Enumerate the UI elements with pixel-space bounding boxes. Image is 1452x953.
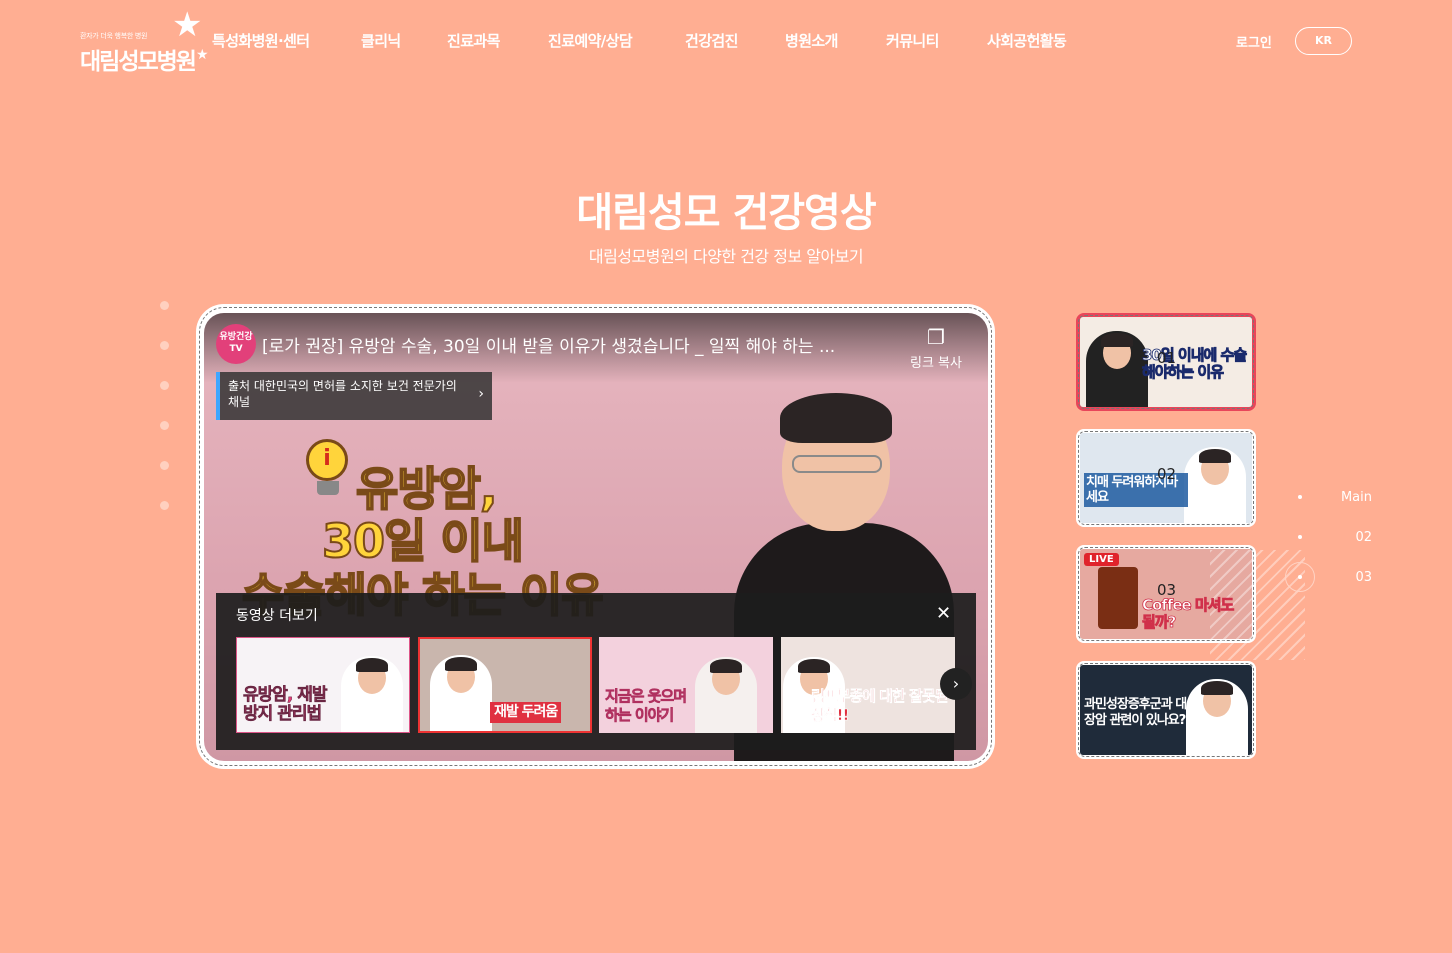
copy-icon: ❐	[927, 325, 945, 349]
close-icon[interactable]: ✕	[936, 603, 951, 624]
live-badge: LIVE	[1084, 553, 1119, 566]
pager-label-02[interactable]: 02	[1312, 530, 1372, 545]
chevron-right-icon: ›	[478, 386, 484, 402]
lightbulb-icon: i	[302, 439, 354, 501]
pager-label-03[interactable]: 03	[1312, 570, 1372, 585]
nav-item-community[interactable]: 커뮤니티	[886, 30, 939, 51]
nav-item-clinic[interactable]: 클리닉	[361, 30, 401, 51]
logo-name: 대림성모병원	[80, 49, 197, 75]
related-video-caption: 재발 두려움	[490, 702, 562, 723]
related-video-thumbnail[interactable]: 재발 두려움	[418, 637, 592, 733]
pager-dot[interactable]	[1298, 535, 1302, 539]
section-title: 대림성모 건강영상	[576, 190, 876, 236]
nav-item-health-checkup[interactable]: 건강검진	[685, 30, 738, 51]
related-video-caption: 림프부종에 대한 잘못된 상식!!	[811, 687, 949, 725]
video-list-item[interactable]: 치매 두려워하지마세요 02	[1076, 429, 1256, 527]
decorative-dot	[160, 421, 169, 430]
video-list-item[interactable]: 30일 이내에 수술해야하는 이유 01	[1076, 313, 1256, 411]
small-star-icon: ★	[196, 47, 209, 63]
copy-link-label: 링크 복사	[910, 356, 962, 371]
video-player[interactable]: i 유방암, 30일 이내 수술해야 하는 이유 유방건강 TV [로가 권장]…	[204, 313, 988, 761]
login-link[interactable]: 로그인	[1236, 32, 1272, 51]
related-video-thumbnail[interactable]: 림프부종에 대한 잘못된 상식!!	[781, 637, 955, 733]
video-list-caption: Coffee 마셔도 될까?	[1142, 596, 1235, 631]
player-controls[interactable]	[216, 750, 976, 761]
more-videos-title: 동영상 더보기	[236, 608, 318, 624]
video-list-caption: 과민성장증후군과 대장암 관련이 있나요?	[1084, 697, 1187, 728]
related-video-caption: 유방암, 재발 방지 관리법	[243, 685, 328, 724]
pager-label-main[interactable]: Main	[1312, 490, 1372, 505]
related-video-thumbnail[interactable]: 지금은 웃으며 하는 이야기	[599, 637, 773, 733]
channel-info-notice[interactable]: 출처 대한민국의 면허를 소지한 보건 전문가의 채널 ›	[216, 372, 492, 420]
nav-item-about[interactable]: 병원소개	[785, 30, 838, 51]
nav-item-reservation[interactable]: 진료예약/상담	[548, 30, 633, 51]
decorative-dot	[160, 341, 169, 350]
decorative-dot	[160, 501, 169, 510]
channel-notice-text: 출처 대한민국의 면허를 소지한 보건 전문가의 채널	[228, 379, 457, 409]
decorative-dot	[160, 301, 169, 310]
video-list-number: 02	[1157, 465, 1177, 483]
more-videos-panel: 동영상 더보기 ✕ 유방암, 재발 방지 관리법 재발 두려움 지금은 웃으며 …	[216, 593, 976, 750]
channel-avatar[interactable]: 유방건강 TV	[216, 324, 256, 364]
video-title[interactable]: [로가 권장] 유방암 수술, 30일 이내 받을 이유가 생겼습니다 _ 일찍…	[262, 332, 902, 357]
copy-link-button[interactable]: ❐ 링크 복사	[904, 325, 968, 371]
decorative-dot	[160, 461, 169, 470]
pager-dot[interactable]	[1298, 495, 1302, 499]
star-icon: ★	[172, 5, 203, 45]
nav-item-departments[interactable]: 진료과목	[447, 30, 500, 51]
nav-item-social-contribution[interactable]: 사회공헌활동	[987, 30, 1067, 51]
language-button[interactable]: KR	[1295, 27, 1352, 55]
nav-item-specialty-centers[interactable]: 특성화병원·센터	[212, 30, 310, 51]
iced-coffee-image	[1098, 567, 1138, 629]
hospital-logo[interactable]: ★ 환자가 더욱 행복한 병원 대림성모병원 ★	[80, 5, 215, 75]
logo-tagline: 환자가 더욱 행복한 병원	[80, 32, 148, 40]
video-list-number: 01	[1157, 349, 1177, 367]
decorative-dot	[160, 381, 169, 390]
video-list-item[interactable]: 과민성장증후군과 대장암 관련이 있나요?	[1076, 661, 1256, 759]
pager-dot[interactable]	[1298, 575, 1302, 579]
related-video-thumbnail[interactable]: 유방암, 재발 방지 관리법	[236, 637, 410, 733]
related-video-caption: 지금은 웃으며 하는 이야기	[605, 687, 688, 725]
chevron-right-icon[interactable]: ›	[940, 668, 972, 700]
section-subtitle: 대림성모병원의 다양한 건강 정보 알아보기	[588, 247, 864, 266]
video-list-number: 03	[1157, 581, 1177, 599]
